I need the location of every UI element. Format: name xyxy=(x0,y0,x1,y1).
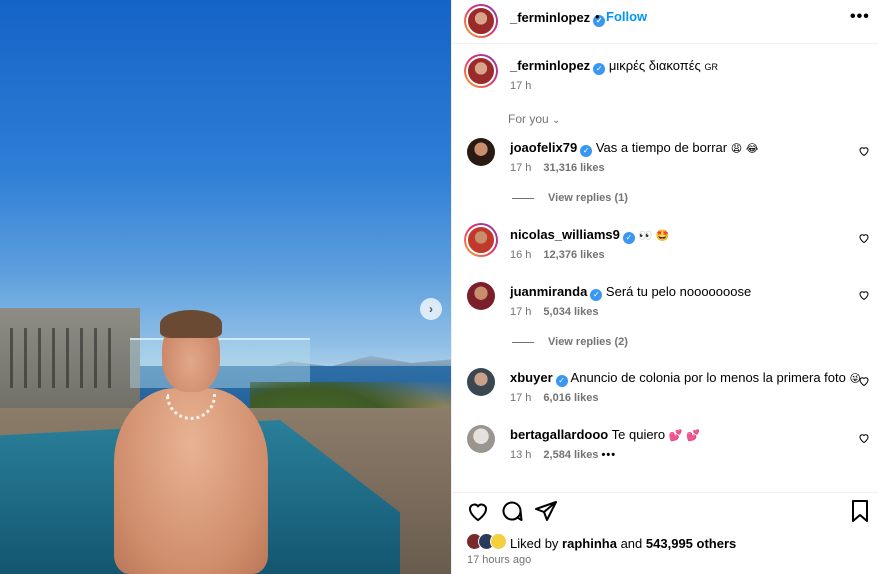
comment-likes[interactable]: 2,584 likes xyxy=(543,449,598,461)
comment-time: 17 h xyxy=(510,392,532,404)
view-replies-button[interactable]: View replies (2) xyxy=(512,336,628,348)
commenter-avatar[interactable] xyxy=(467,282,495,310)
comment-time: 17 h xyxy=(510,306,532,318)
comment-more-icon[interactable]: ••• xyxy=(602,449,617,461)
author-username[interactable]: _ferminlopez xyxy=(510,10,590,25)
comment-text: xbuyer ✓ Anuncio de colonia por lo menos … xyxy=(510,370,861,387)
separator-dot: • xyxy=(595,9,600,24)
follow-button[interactable]: Follow xyxy=(606,9,647,24)
sort-label: For you xyxy=(508,112,549,126)
caption-time: 17 h xyxy=(510,80,532,92)
post-timestamp: 17 hours ago xyxy=(467,554,532,566)
likers-avatars[interactable] xyxy=(466,533,510,551)
comment-likes[interactable]: 31,316 likes xyxy=(543,162,604,174)
liker-avatar xyxy=(490,533,507,550)
comment-likes[interactable]: 5,034 likes xyxy=(543,306,598,318)
commenter-username[interactable]: joaofelix79 xyxy=(510,140,577,155)
commenter-avatar[interactable] xyxy=(467,138,495,166)
emoji: 😩 😂 xyxy=(730,142,759,155)
greece-flag-icon: GR xyxy=(704,62,718,72)
caption-text: _ferminlopez ✓ μικρές διακοπές GR xyxy=(510,58,718,75)
person xyxy=(104,310,274,574)
comment-meta: 13 h 2,584 likes ••• xyxy=(510,449,616,461)
verified-icon: ✓ xyxy=(555,375,568,387)
likes-summary[interactable]: Liked by raphinha and 543,995 others xyxy=(510,536,736,551)
verified-icon: ✓ xyxy=(590,289,603,301)
post-panel: _ferminlopez ✓ • Follow ••• _ferminlopez ✓… xyxy=(451,0,878,574)
comment-meta: 17 h 6,016 likes xyxy=(510,392,598,404)
commenter-username[interactable]: xbuyer xyxy=(510,370,553,385)
like-comment-heart-icon[interactable] xyxy=(858,432,870,444)
more-options-icon[interactable]: ••• xyxy=(850,8,870,26)
comment-meta: 16 h 12,376 likes xyxy=(510,249,605,261)
author-avatar[interactable] xyxy=(464,4,498,38)
comment-text: joaofelix79 ✓ Vas a tiempo de borrar 😩 😂 xyxy=(510,140,759,157)
post-photo: › xyxy=(0,0,451,574)
emoji: 💕 💕 xyxy=(668,429,700,442)
commenter-username[interactable]: nicolas_williams9 xyxy=(510,227,620,242)
author-name[interactable]: _ferminlopez ✓ xyxy=(510,10,606,27)
commenter-username[interactable]: bertagallardooo xyxy=(510,427,608,442)
like-comment-heart-icon[interactable] xyxy=(858,232,870,244)
comment-body: Será tu pelo nooooooose xyxy=(605,284,752,299)
author-avatar[interactable] xyxy=(464,54,498,88)
commenter-avatar[interactable] xyxy=(467,368,495,396)
comment-likes[interactable]: 12,376 likes xyxy=(543,249,604,261)
commenter-avatar[interactable] xyxy=(467,425,495,453)
comments-list: _ferminlopez ✓ μικρές διακοπές GR 17 h Fo… xyxy=(452,44,878,492)
liked-and-label: and xyxy=(620,536,643,551)
comment-text: nicolas_williams9 ✓ 👀 🤩 xyxy=(510,227,669,244)
emoji: 👀 🤩 xyxy=(638,229,670,242)
like-comment-heart-icon[interactable] xyxy=(858,145,870,157)
comment-text: bertagallardooo Te quiero 💕 💕 xyxy=(510,427,700,442)
verified-icon: ✓ xyxy=(593,63,606,75)
liked-by-label: Liked by xyxy=(510,536,559,551)
comment-icon[interactable] xyxy=(500,499,524,523)
caption-username[interactable]: _ferminlopez xyxy=(510,58,590,73)
comment-time: 17 h xyxy=(510,162,532,174)
comment-body: Vas a tiempo de borrar xyxy=(595,140,728,155)
comment-meta: 17 h 5,034 likes xyxy=(510,306,598,318)
like-heart-icon[interactable] xyxy=(466,499,490,523)
comment-sort-dropdown[interactable]: For you ⌄ xyxy=(508,112,560,126)
save-bookmark-icon[interactable] xyxy=(848,499,872,523)
liked-others-count[interactable]: 543,995 others xyxy=(646,536,736,551)
liked-by-user[interactable]: raphinha xyxy=(562,536,617,551)
post-header: _ferminlopez ✓ • Follow ••• xyxy=(452,0,878,44)
comment-time: 16 h xyxy=(510,249,532,261)
comment-body: Anuncio de colonia por lo menos la prime… xyxy=(570,370,846,385)
like-comment-heart-icon[interactable] xyxy=(858,289,870,301)
chevron-down-icon: ⌄ xyxy=(552,115,561,126)
caption-body: μικρές διακοπές xyxy=(608,58,701,73)
comment-body: Te quiero xyxy=(611,427,666,442)
post-actions: Liked by raphinha and 543,995 others 17 … xyxy=(452,492,878,574)
verified-icon: ✓ xyxy=(580,145,593,157)
verified-icon: ✓ xyxy=(622,232,635,244)
comment-likes[interactable]: 6,016 likes xyxy=(543,392,598,404)
comment-meta: 17 h 31,316 likes xyxy=(510,162,605,174)
comment-text: juanmiranda ✓ Será tu pelo nooooooose xyxy=(510,284,751,301)
like-comment-heart-icon[interactable] xyxy=(858,375,870,387)
next-photo-button[interactable]: › xyxy=(420,298,442,320)
comment-time: 13 h xyxy=(510,449,532,461)
share-icon[interactable] xyxy=(534,499,558,523)
commenter-username[interactable]: juanmiranda xyxy=(510,284,587,299)
hair xyxy=(160,310,222,338)
view-replies-button[interactable]: View replies (1) xyxy=(512,192,628,204)
commenter-avatar[interactable] xyxy=(464,223,498,257)
